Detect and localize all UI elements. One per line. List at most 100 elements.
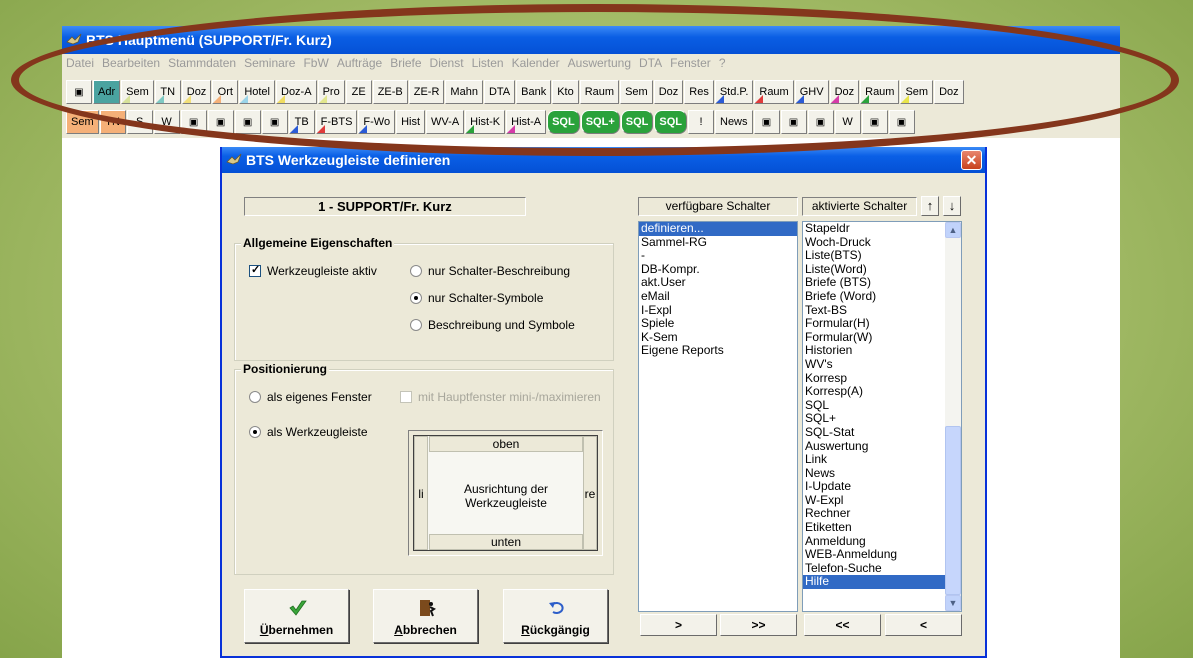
list-item[interactable]: Etiketten: [803, 520, 946, 535]
add-one-button[interactable]: >: [640, 614, 717, 636]
add-all-button[interactable]: >>: [720, 614, 797, 636]
list-item[interactable]: SQL-Stat: [803, 425, 946, 440]
list-item[interactable]: I-Expl: [639, 303, 797, 318]
list-item[interactable]: Woch-Druck: [803, 235, 946, 250]
toolbar-button-door-exit[interactable]: ▣: [66, 80, 92, 104]
toolbar-button-ze[interactable]: ZE: [345, 80, 372, 104]
list-item[interactable]: W-Expl: [803, 493, 946, 508]
menu-item[interactable]: DTA: [635, 54, 666, 72]
move-up-button[interactable]: ↑: [921, 196, 939, 216]
list-item[interactable]: Korresp: [803, 371, 946, 386]
list-item[interactable]: K-Sem: [639, 330, 797, 345]
list-item[interactable]: I-Update: [803, 480, 946, 494]
list-item[interactable]: Korresp(A): [803, 385, 946, 399]
toolbar-button-bank[interactable]: Bank: [516, 80, 552, 104]
radio-as-toolbar[interactable]: als Werkzeugleiste: [249, 425, 368, 439]
scroll-up-arrow-icon[interactable]: ▲: [945, 222, 961, 238]
list-item[interactable]: Eigene Reports: [639, 344, 797, 358]
radio-symbols-only[interactable]: nur Schalter-Symbole: [410, 291, 543, 305]
toolbar-button-f-wo[interactable]: F-Wo: [358, 110, 396, 134]
toolbar-button-calculator[interactable]: ▣: [807, 110, 834, 134]
list-item[interactable]: Liste(Word): [803, 262, 946, 277]
toolbar-button-pro[interactable]: Pro: [317, 80, 345, 104]
radio-desc-only[interactable]: nur Schalter-Beschreibung: [410, 264, 570, 278]
list-item[interactable]: SQL: [803, 398, 946, 413]
toolbar-button-tn[interactable]: TN: [154, 80, 181, 104]
toolbar-button-mahn[interactable]: Mahn: [445, 80, 483, 104]
toolbar-button-person-help[interactable]: ▣: [888, 110, 915, 134]
toolbar-button-sql[interactable]: SQL: [654, 110, 687, 134]
toolbar-button-ze-r[interactable]: ZE-R: [408, 80, 445, 104]
toolbar-button-sql[interactable]: SQL: [620, 110, 654, 134]
menu-item[interactable]: Dienst: [426, 54, 468, 72]
toolbar-button-sql[interactable]: SQL: [547, 110, 580, 134]
toolbar-button-alert[interactable]: !: [688, 110, 714, 134]
list-item[interactable]: Historien: [803, 344, 946, 358]
list-item[interactable]: Spiele: [639, 317, 797, 331]
cancel-button[interactable]: Abbrechen: [373, 589, 478, 643]
toolbar-button-ghv[interactable]: GHV: [794, 80, 829, 104]
menu-item[interactable]: Fenster: [666, 54, 715, 72]
menu-item[interactable]: Auswertung: [564, 54, 635, 72]
toolbar-button-doz[interactable]: Doz: [181, 80, 212, 104]
list-item[interactable]: Liste(BTS): [803, 249, 946, 263]
toolbar-button-f-bts[interactable]: F-BTS: [315, 110, 358, 134]
toolbar-button-res[interactable]: Res: [684, 80, 714, 104]
list-item[interactable]: WV's: [803, 357, 946, 372]
list-item[interactable]: Formular(W): [803, 330, 946, 345]
toolbar-button-print-w[interactable]: W: [153, 110, 180, 134]
toolbar-button-window[interactable]: ▣: [234, 110, 261, 134]
orient-top-button[interactable]: oben: [429, 436, 583, 452]
toolbar-button-account[interactable]: Kto: [552, 80, 579, 104]
apply-button[interactable]: Übernehmen: [244, 589, 349, 643]
remove-all-button[interactable]: <<: [804, 614, 881, 636]
list-item[interactable]: definieren...: [639, 222, 797, 236]
toolbar-button-update[interactable]: ▣: [753, 110, 780, 134]
toolbar-button-tn[interactable]: TN: [99, 110, 126, 134]
menu-item[interactable]: Stammdaten: [164, 54, 240, 72]
toolbar-button-sem[interactable]: Sem: [121, 80, 154, 104]
list-item[interactable]: -: [639, 249, 797, 263]
toolbar-button-form-w[interactable]: ▣: [207, 110, 234, 134]
menu-item[interactable]: Bearbeiten: [98, 54, 164, 72]
toolbar-button-dta[interactable]: DTA: [483, 80, 516, 104]
orient-left-button[interactable]: li: [414, 436, 428, 550]
list-item[interactable]: WEB-Anmeldung: [803, 548, 946, 562]
close-button[interactable]: ✕: [961, 150, 982, 170]
toolbar-button-wv-a[interactable]: WV-A: [426, 110, 465, 134]
menu-item[interactable]: Datei: [62, 54, 98, 72]
toolbar-button-hist[interactable]: Hist: [396, 110, 426, 134]
radio-own-window[interactable]: als eigenes Fenster: [249, 390, 372, 404]
available-switches-list[interactable]: definieren... Sammel-RG - DB-Kompr. akt.User…: [638, 221, 798, 612]
list-item[interactable]: SQL+: [803, 412, 946, 426]
toolbar-button-adr[interactable]: Adr: [93, 80, 121, 104]
toolbar-button-doz[interactable]: Doz: [829, 80, 860, 104]
list-item[interactable]: Stapeldr: [803, 222, 946, 236]
mainwin-minmax-checkbox[interactable]: mit Hauptfenster mini-/maximieren: [400, 390, 601, 404]
toolbar-button-sem[interactable]: Sem: [900, 80, 934, 104]
orient-right-button[interactable]: re: [583, 436, 597, 550]
vertical-scrollbar[interactable]: ▲ ▼: [945, 222, 961, 611]
menu-item[interactable]: Briefe: [386, 54, 425, 72]
toolbar-button-doz[interactable]: Doz: [653, 80, 684, 104]
toolbar-button-sql-[interactable]: SQL+: [580, 110, 620, 134]
menu-item[interactable]: ?: [715, 54, 730, 72]
menu-item[interactable]: FbW: [299, 54, 332, 72]
toolbar-button-explorer[interactable]: ▣: [780, 110, 807, 134]
toolbar-button-label-w[interactable]: W: [834, 110, 861, 134]
toolbar-button-window-w[interactable]: ▣: [261, 110, 288, 134]
toolbar-button-tb[interactable]: TB: [288, 110, 315, 134]
list-item[interactable]: Auswertung: [803, 439, 946, 454]
list-item[interactable]: Briefe (BTS): [803, 276, 946, 290]
list-item[interactable]: Anmeldung: [803, 534, 946, 549]
list-item[interactable]: eMail: [639, 289, 797, 304]
toolbar-button-hotel[interactable]: Hotel: [239, 80, 275, 104]
toolbar-button-ze-b[interactable]: ZE-B: [372, 80, 408, 104]
list-item[interactable]: Rechner: [803, 507, 946, 521]
menu-item[interactable]: Kalender: [508, 54, 564, 72]
menu-item[interactable]: Listen: [468, 54, 508, 72]
menu-item[interactable]: Seminare: [240, 54, 299, 72]
list-item[interactable]: News: [803, 466, 946, 481]
toolbar-button-form-bts[interactable]: ▣: [180, 110, 207, 134]
move-down-button[interactable]: ↓: [943, 196, 961, 216]
